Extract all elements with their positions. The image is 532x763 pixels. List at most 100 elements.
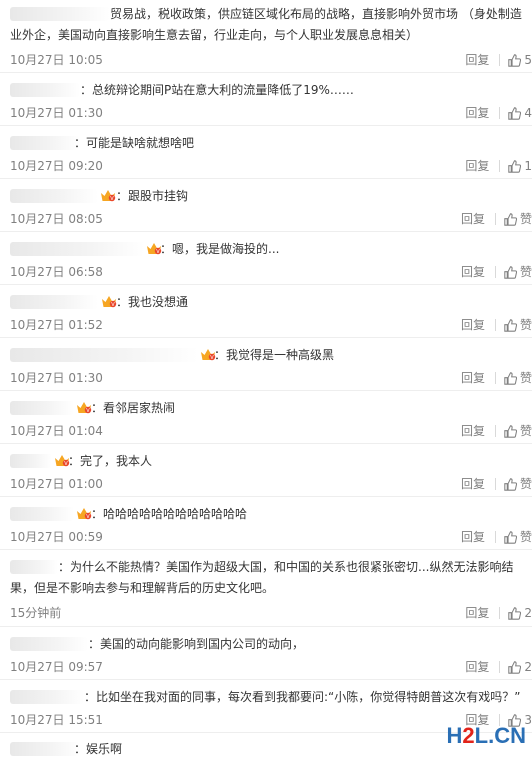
like-count: 赞 (519, 530, 532, 544)
comment-time: 10月27日 01:52 (10, 318, 103, 332)
like-button[interactable]: 赞 (504, 265, 532, 279)
comment-item: V ：我也没想通 10月27日 01:52 回复 赞 (0, 285, 532, 338)
like-button[interactable]: 赞 (504, 477, 532, 491)
thumbs-up-icon (504, 265, 517, 279)
username-masked[interactable] (10, 690, 84, 704)
comment-text: ：美国的动向能影响到国内公司的动向， (88, 637, 305, 651)
comment-item: 贸易战，税收政策，供应链区域化布局的战略，直接影响外贸市场 （身处制造业外企，美… (0, 0, 532, 73)
like-button[interactable]: 2 (508, 660, 532, 674)
like-button[interactable]: 2 (508, 606, 532, 620)
reply-button[interactable]: 回复 (461, 530, 485, 544)
comment-body: ：为什么不能热情？美国作为超级大国，和中国的关系也很紧张密切...纵然无法影响结… (10, 557, 526, 599)
reply-button[interactable]: 回复 (461, 477, 485, 491)
reply-button[interactable]: 回复 (461, 424, 485, 438)
comment-item: V ：跟股市挂钩 10月27日 08:05 回复 赞 (0, 179, 532, 232)
comment-text: ：看邻居家热闹 (91, 401, 176, 415)
svg-text:V: V (111, 302, 115, 308)
divider (494, 478, 496, 490)
comment-time: 10月27日 01:30 (10, 371, 103, 385)
divider (499, 607, 501, 619)
username-masked[interactable] (10, 83, 80, 97)
username-masked[interactable] (10, 507, 74, 521)
comment-time: 10月27日 06:58 (10, 265, 103, 279)
like-button[interactable]: 4 (508, 106, 532, 120)
username-masked[interactable] (10, 560, 58, 574)
divider (494, 425, 496, 437)
like-button[interactable]: 赞 (504, 371, 532, 385)
comment-text: ：总统辩论期间P站在意大利的流量降低了19%…… (80, 83, 354, 97)
like-button[interactable]: 5 (508, 53, 532, 67)
username-masked[interactable] (10, 136, 80, 150)
like-count: 2 (524, 606, 532, 620)
svg-text:V: V (86, 514, 90, 520)
divider (499, 160, 501, 172)
divider (499, 661, 501, 673)
like-button[interactable]: 1 (508, 159, 532, 173)
site-watermark-logo: H2L.CN (446, 723, 526, 748)
comment-text: ：可能是缺啥就想啥吧 (74, 136, 195, 150)
username-masked[interactable] (10, 189, 98, 203)
username-masked[interactable] (10, 742, 80, 756)
reply-button[interactable]: 回复 (465, 660, 489, 674)
like-count: 4 (524, 106, 532, 120)
like-count: 赞 (519, 371, 532, 385)
reply-button[interactable]: 回复 (461, 371, 485, 385)
comment-item: ：美国的动向能影响到国内公司的动向， 10月27日 09:57 回复 2 (0, 627, 532, 680)
thumbs-up-icon (504, 212, 517, 226)
comment-item: V ：完了，我本人 10月27日 01:00 回复 赞 (0, 444, 532, 497)
username-masked[interactable] (10, 7, 110, 21)
thumbs-up-icon (504, 371, 517, 385)
comment-time: 10月27日 08:05 (10, 212, 103, 226)
comment-item: ：为什么不能热情？美国作为超级大国，和中国的关系也很紧张密切...纵然无法影响结… (0, 550, 532, 627)
comment-time: 15分钟前 (10, 606, 62, 620)
like-count: 5 (524, 53, 532, 67)
username-masked[interactable] (10, 348, 198, 362)
comment-text: ：我觉得是一种高级黑 (214, 348, 335, 362)
like-count: 赞 (519, 477, 532, 491)
comment-text: ：跟股市挂钩 (116, 189, 189, 203)
thumbs-up-icon (508, 106, 522, 120)
reply-button[interactable]: 回复 (465, 606, 489, 620)
thumbs-up-icon (504, 530, 517, 544)
like-button[interactable]: 赞 (504, 424, 532, 438)
divider (494, 372, 496, 384)
comment-time: 10月27日 15:51 (10, 713, 103, 727)
divider (499, 54, 501, 66)
comment-text: ：我也没想通 (116, 295, 189, 309)
reply-button[interactable]: 回复 (461, 265, 485, 279)
like-count: 赞 (519, 424, 532, 438)
svg-text:V: V (86, 408, 90, 414)
comment-item: V ：嗯，我是做海投的... 10月27日 06:58 回复 赞 (0, 232, 532, 285)
username-masked[interactable] (10, 401, 74, 415)
thumbs-up-icon (504, 318, 517, 332)
comment-text: ：为什么不能热情？美国作为超级大国，和中国的关系也很紧张密切...纵然无法影响结… (10, 560, 514, 595)
reply-button[interactable]: 回复 (461, 212, 485, 226)
like-button[interactable]: 赞 (504, 530, 532, 544)
username-masked[interactable] (10, 454, 52, 468)
comment-time: 10月27日 09:20 (10, 159, 103, 173)
reply-button[interactable]: 回复 (461, 318, 485, 332)
like-button[interactable]: 赞 (504, 212, 532, 226)
comment-time: 10月27日 00:59 (10, 530, 103, 544)
like-button[interactable]: 赞 (504, 318, 532, 332)
username-masked[interactable] (10, 242, 145, 256)
comment-time: 10月27日 09:57 (10, 660, 103, 674)
like-count: 赞 (519, 212, 532, 226)
vip-crown-icon: V (77, 508, 92, 520)
username-masked[interactable] (10, 295, 98, 309)
thumbs-up-icon (508, 53, 522, 67)
comment-text: ：完了，我本人 (68, 454, 153, 468)
comment-item: V ：哈哈哈哈哈哈哈哈哈哈哈哈 10月27日 00:59 回复 赞 (0, 497, 532, 550)
reply-button[interactable]: 回复 (465, 106, 489, 120)
comment-item: V ：看邻居家热闹 10月27日 01:04 回复 赞 (0, 391, 532, 444)
svg-text:V: V (110, 196, 114, 202)
divider (499, 107, 501, 119)
comment-time: 10月27日 10:05 (10, 53, 103, 67)
comment-item: ：总统辩论期间P站在意大利的流量降低了19%…… 10月27日 01:30 回复… (0, 73, 532, 126)
thumbs-up-icon (508, 159, 522, 173)
reply-button[interactable]: 回复 (465, 159, 489, 173)
username-masked[interactable] (10, 637, 88, 651)
reply-button[interactable]: 回复 (465, 53, 489, 67)
vip-crown-icon: V (102, 296, 117, 308)
like-count: 赞 (519, 318, 532, 332)
